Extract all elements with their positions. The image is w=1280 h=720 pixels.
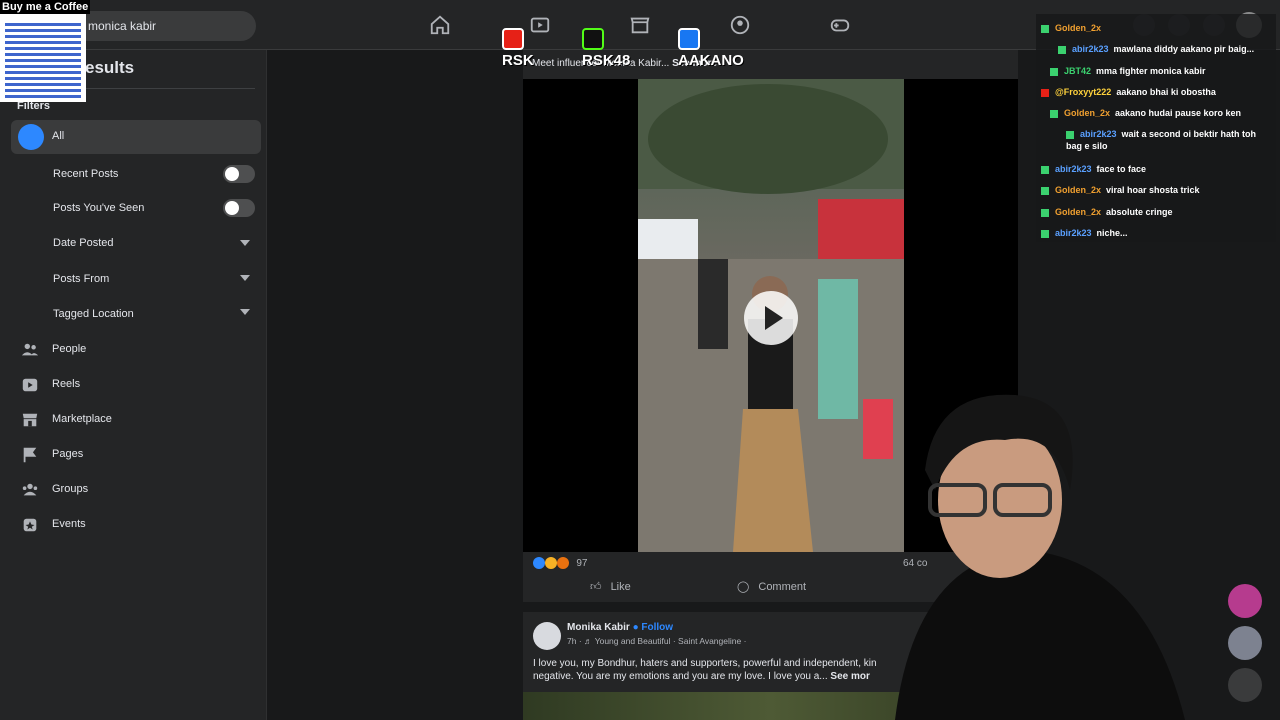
sidebar-item-people[interactable]: People (17, 337, 257, 363)
reaction-count: 97 (576, 557, 588, 569)
follow-button[interactable]: Follow (641, 622, 673, 633)
marketplace-icon[interactable] (629, 14, 651, 36)
comment-label: Comment (758, 581, 807, 593)
posts-seen-toggle[interactable] (223, 199, 255, 217)
kick-badge-icon (1066, 130, 1074, 139)
date-posted-dropdown[interactable]: Date Posted (53, 237, 114, 249)
angry-reaction-icon (556, 557, 569, 569)
chat-message: abir2k23 wait a second oi bektir hath toh… (1066, 129, 1257, 151)
like-label: Like (610, 581, 631, 593)
groups-icon (22, 483, 38, 496)
haha-reaction-icon (544, 557, 557, 569)
kick-badge-icon (1041, 186, 1049, 195)
marketplace-icon (22, 413, 38, 427)
events-icon (23, 518, 37, 532)
chat-message: JBT42 mma fighter monica kabir (1050, 65, 1206, 77)
sidebar-item-events[interactable]: Events (17, 512, 257, 538)
sidebar-item-reels[interactable]: Reels (17, 372, 257, 398)
chat-message: abir2k23 face to face (1041, 163, 1146, 175)
kick-badge-icon (1041, 24, 1049, 33)
sidebar-item-label: Events (52, 518, 86, 530)
chevron-down-icon[interactable] (240, 240, 250, 246)
verified-badge-icon: ● (632, 622, 639, 633)
chat-message: @Froxyyt222 aakano bhai ki obostha (1041, 86, 1216, 98)
qr-code (0, 14, 86, 102)
sidebar-item-label: People (52, 343, 87, 355)
recent-posts-toggle[interactable] (223, 165, 255, 183)
kick-badge-icon (1058, 45, 1066, 54)
filter-recent-posts-label: Recent Posts (53, 168, 119, 180)
like-button[interactable]: 👍︎ Like (590, 580, 631, 593)
posts-from-dropdown[interactable]: Posts From (53, 273, 109, 285)
facebook-icon (678, 28, 700, 50)
kick-handle: RSK48 (582, 28, 630, 69)
kick-badge-icon (1050, 67, 1058, 76)
buy-me-a-coffee-label: Buy me a Coffee (0, 0, 91, 14)
streamer-webcam (895, 394, 1185, 720)
chat-message: abir2k23 mawlana diddy aakano pir baig... (1058, 43, 1254, 55)
sidebar-item-label: Groups (52, 483, 89, 495)
comment-icon: ◯ (737, 581, 750, 593)
post-text: I love you, my Bondhur, haters and suppo… (533, 658, 877, 682)
gaming-icon[interactable] (829, 14, 851, 36)
thumbs-up-icon: 👍︎ (590, 581, 602, 593)
all-results-icon (18, 124, 44, 150)
new-message-icon[interactable] (1228, 668, 1262, 702)
play-icon[interactable] (744, 291, 798, 345)
sidebar-item-groups[interactable]: Groups (17, 477, 257, 503)
streamer-badge-icon (1228, 584, 1262, 618)
kick-icon (582, 28, 604, 50)
chat-message: Golden_2x (1041, 22, 1106, 34)
page-title: esults (85, 58, 135, 77)
chat-message: abir2k23 niche... (1041, 227, 1128, 239)
comment-button[interactable]: ◯ Comment (737, 580, 806, 593)
filter-all[interactable]: All (11, 120, 261, 154)
kick-badge-icon (1041, 165, 1049, 174)
kick-badge-icon (1041, 229, 1049, 238)
sidebar-item-label: Marketplace (52, 413, 112, 425)
chevron-down-icon[interactable] (240, 309, 250, 315)
sidebar-item-label: Reels (52, 378, 81, 390)
kick-badge-icon (1050, 109, 1058, 118)
youtube-handle: RSK (502, 28, 534, 69)
tagged-location-dropdown[interactable]: Tagged Location (53, 308, 134, 320)
reels-icon (22, 378, 38, 392)
sidebar-item-pages[interactable]: Pages (17, 442, 257, 468)
kick-badge-icon (1041, 208, 1049, 217)
sidebar-item-label: Pages (52, 448, 84, 460)
avatar[interactable] (533, 622, 561, 650)
post-author[interactable]: Monika Kabir ● Follow (567, 622, 673, 633)
youtube-icon (502, 28, 524, 50)
chat-message: Golden_2x absolute cringe (1041, 206, 1173, 218)
sidebar-item-marketplace[interactable]: Marketplace (17, 407, 257, 433)
reaction-summary[interactable]: 97 (533, 557, 587, 569)
facebook-handle: AAKANO (678, 28, 744, 69)
post-meta: 7h · ♬ Young and Beautiful · Saint Avang… (567, 636, 747, 646)
like-reaction-icon (533, 557, 545, 569)
qr-pattern (5, 22, 81, 98)
filter-all-label: All (52, 130, 65, 142)
chat-message: Golden_2x viral hoar shosta trick (1041, 184, 1200, 196)
youtube-badge-icon (1041, 88, 1049, 97)
people-icon (21, 343, 39, 356)
flag-icon (23, 447, 37, 463)
filter-posts-seen-label: Posts You've Seen (53, 202, 145, 214)
home-icon[interactable] (429, 14, 451, 36)
contact-avatar[interactable] (1228, 626, 1262, 660)
chat-message: Golden_2x aakano hudai pause koro ken (1050, 107, 1241, 119)
stream-chat-overlay: Golden_2x abir2k23 mawlana diddy aakano p… (1036, 14, 1276, 242)
chevron-down-icon[interactable] (240, 275, 250, 281)
